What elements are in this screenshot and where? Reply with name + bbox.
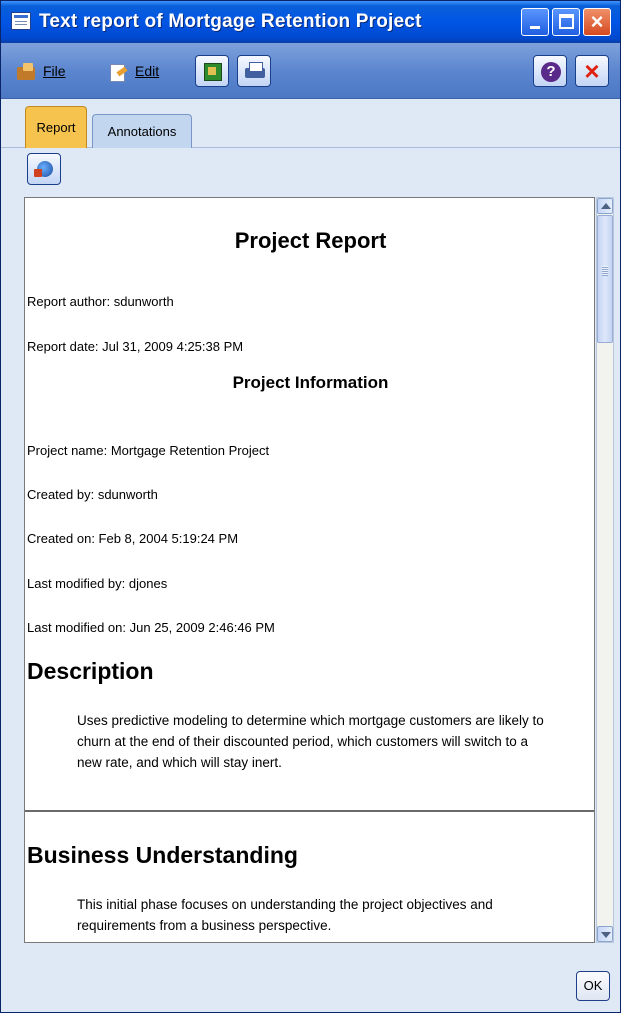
- report-date: Report date: Jul 31, 2009 4:25:38 PM: [27, 339, 244, 354]
- export-button[interactable]: [195, 55, 229, 87]
- minimize-icon: [530, 26, 540, 29]
- file-menu-label: File: [43, 63, 66, 79]
- business-understanding-text: This initial phase focuses on understand…: [77, 897, 493, 933]
- title-bar[interactable]: Text report of Mortgage Retention Projec…: [1, 1, 620, 43]
- toolbar: File Edit ? ×: [1, 43, 620, 99]
- window-title: Text report of Mortgage Retention Projec…: [39, 11, 422, 32]
- folder-icon: [15, 61, 37, 81]
- globe-publish-button[interactable]: [27, 153, 61, 185]
- maximize-button[interactable]: [552, 8, 580, 36]
- scroll-up-arrow[interactable]: [597, 198, 613, 214]
- close-icon: ×: [584, 56, 600, 86]
- edit-menu[interactable]: Edit: [107, 60, 159, 82]
- report-title: Project Report: [234, 228, 387, 253]
- project-name: Project name: Mortgage Retention Project: [27, 443, 270, 458]
- report-window-icon: [11, 12, 31, 30]
- tab-report[interactable]: Report: [25, 106, 87, 148]
- window-close-button[interactable]: ×: [583, 8, 611, 36]
- last-modified-by: Last modified by: djones: [27, 576, 168, 591]
- file-menu[interactable]: File: [15, 60, 66, 82]
- help-icon: ?: [541, 62, 561, 82]
- report-viewport[interactable]: Project Report Report author: sdunworth …: [24, 197, 595, 943]
- project-information-heading: Project Information: [232, 373, 389, 392]
- scroll-thumb[interactable]: [597, 215, 613, 343]
- minimize-button[interactable]: [521, 8, 549, 36]
- scroll-down-arrow[interactable]: [597, 926, 613, 942]
- tab-annotations[interactable]: Annotations: [92, 114, 192, 148]
- section-divider: [25, 810, 594, 812]
- help-button[interactable]: ?: [533, 55, 567, 87]
- description-heading: Description: [27, 658, 154, 684]
- edit-menu-label: Edit: [135, 63, 160, 79]
- close-x-icon: ×: [590, 9, 604, 34]
- ok-button[interactable]: OK: [576, 971, 610, 1001]
- report-author: Report author: sdunworth: [27, 294, 174, 309]
- created-by: Created by: sdunworth: [27, 487, 158, 502]
- created-on: Created on: Feb 8, 2004 5:19:24 PM: [27, 531, 239, 546]
- print-button[interactable]: [237, 55, 271, 87]
- report-window: Text report of Mortgage Retention Projec…: [0, 0, 621, 1013]
- description-text: Uses predictive modeling to determine wh…: [77, 713, 544, 770]
- last-modified-on: Last modified on: Jun 25, 2009 2:46:46 P…: [27, 620, 275, 635]
- edit-page-icon: [107, 61, 129, 82]
- vertical-scrollbar[interactable]: [596, 197, 614, 943]
- business-understanding-heading: Business Understanding: [27, 842, 298, 868]
- tab-bar: Report Annotations: [1, 100, 620, 148]
- close-button[interactable]: ×: [575, 55, 609, 87]
- maximize-icon: [559, 14, 574, 29]
